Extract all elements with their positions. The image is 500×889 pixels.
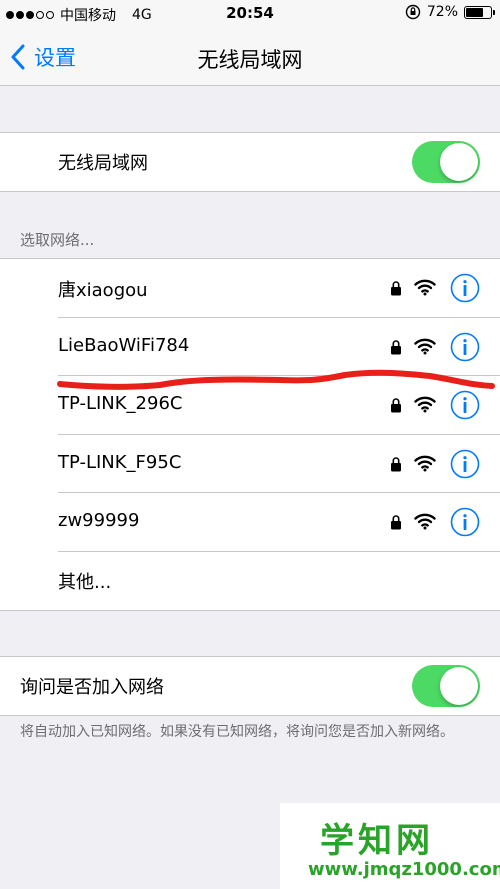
- watermark-url: www.jmqz1000.com: [308, 859, 500, 880]
- info-icon[interactable]: [450, 507, 480, 537]
- wifi-toggle-row: 无线局域网: [0, 133, 500, 191]
- network-name: zw99999: [58, 510, 140, 531]
- switch-knob: [440, 143, 478, 181]
- network-row[interactable]: TP-LINK_296C: [0, 376, 500, 435]
- wifi-switch[interactable]: [412, 141, 480, 183]
- info-icon[interactable]: [450, 332, 480, 362]
- info-icon[interactable]: [450, 273, 480, 303]
- lock-icon: [390, 514, 402, 530]
- wifi-signal-icon: [414, 278, 436, 296]
- battery-percent: 72%: [426, 4, 458, 20]
- wifi-signal-icon: [414, 512, 436, 530]
- other-network-row[interactable]: 其他...: [0, 552, 500, 610]
- lock-icon: [390, 339, 402, 355]
- wifi-toggle-label: 无线局域网: [58, 153, 148, 174]
- lock-icon: [390, 397, 402, 413]
- battery-icon: [464, 5, 495, 19]
- wifi-toggle-group: 无线局域网: [0, 132, 500, 192]
- info-icon[interactable]: [450, 449, 480, 479]
- navigation-bar: 设置 无线局域网: [0, 28, 500, 86]
- other-network-label: 其他...: [58, 571, 112, 593]
- ask-join-label: 询问是否加入网络: [20, 677, 164, 698]
- network-row[interactable]: zw99999: [0, 493, 500, 552]
- wifi-signal-icon: [414, 395, 436, 413]
- ask-join-footer: 将自动加入已知网络。如果没有已知网络，将询问您是否加入新网络。: [20, 724, 454, 740]
- lock-icon: [390, 456, 402, 472]
- network-name: LieBaoWiFi784: [58, 334, 190, 356]
- info-icon[interactable]: [450, 390, 480, 420]
- ask-join-switch[interactable]: [412, 665, 480, 707]
- network-name: TP-LINK_296C: [58, 393, 183, 414]
- watermark-logo: 学知网 www.jmqz1000.com: [280, 803, 500, 889]
- lock-icon: [390, 280, 402, 296]
- watermark-brand: 学知网: [320, 821, 434, 861]
- wifi-signal-icon: [414, 454, 436, 472]
- status-bar: 中国移动 4G 20:54 72%: [0, 0, 500, 28]
- page-title: 无线局域网: [197, 48, 303, 72]
- network-name: 唐xiaogou: [58, 280, 148, 301]
- network-row[interactable]: 唐xiaogou: [0, 259, 500, 318]
- orientation-lock-icon: [405, 4, 421, 20]
- ask-join-row: 询问是否加入网络: [0, 657, 500, 715]
- ask-join-group: 询问是否加入网络: [0, 656, 500, 716]
- network-row[interactable]: TP-LINK_F95C: [0, 435, 500, 493]
- network-list: 唐xiaogou LieBaoWiFi784 TP-LINK_296C TP-LINK…: [0, 258, 500, 611]
- networks-section-header: 选取网络...: [20, 231, 95, 249]
- network-row[interactable]: LieBaoWiFi784: [0, 318, 500, 376]
- switch-knob: [440, 667, 478, 705]
- network-name: TP-LINK_F95C: [58, 451, 182, 473]
- wifi-signal-icon: [414, 337, 436, 355]
